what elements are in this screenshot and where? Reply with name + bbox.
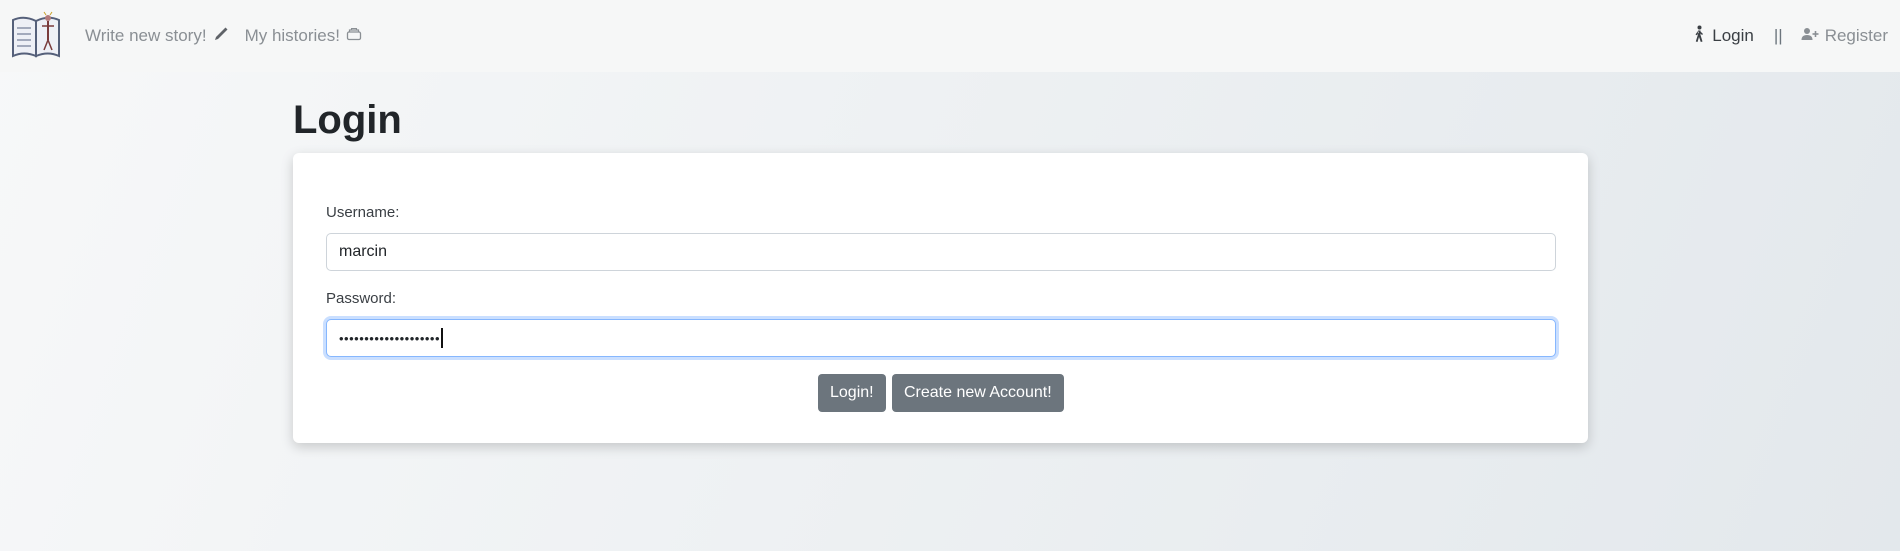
open-book-logo-icon[interactable] [10,10,62,60]
nav-register-link[interactable]: Register [1801,26,1896,46]
username-input[interactable]: marcin [326,233,1556,271]
password-label: Password: [326,290,397,307]
username-value: marcin [339,243,388,260]
text-caret [441,328,443,348]
person-add-icon [1801,26,1819,46]
password-value: •••••••••••••••••••• [339,330,441,346]
login-card: Username: marcin Password: •••••••••••••… [293,153,1588,443]
nav-login-link[interactable]: Login [1692,25,1762,48]
create-account-button[interactable]: Create new Account! [892,374,1064,412]
my-histories-link[interactable]: My histories! [245,26,370,46]
password-input[interactable]: •••••••••••••••••••• [326,319,1556,357]
stack-icon [346,26,362,46]
nav-separator: || [1773,26,1783,45]
write-new-story-link[interactable]: Write new story! [85,26,237,47]
pencil-icon [213,26,229,47]
username-label: Username: [326,204,400,221]
page-title: Login [293,98,402,142]
write-new-story-label: Write new story! [85,26,207,45]
top-navbar: Write new story! My histories! Login || … [0,0,1900,72]
my-histories-label: My histories! [244,26,340,45]
nav-login-label: Login [1712,26,1754,45]
walking-person-icon [1692,25,1706,48]
nav-register-label: Register [1824,26,1888,45]
login-submit-button[interactable]: Login! [818,374,886,412]
